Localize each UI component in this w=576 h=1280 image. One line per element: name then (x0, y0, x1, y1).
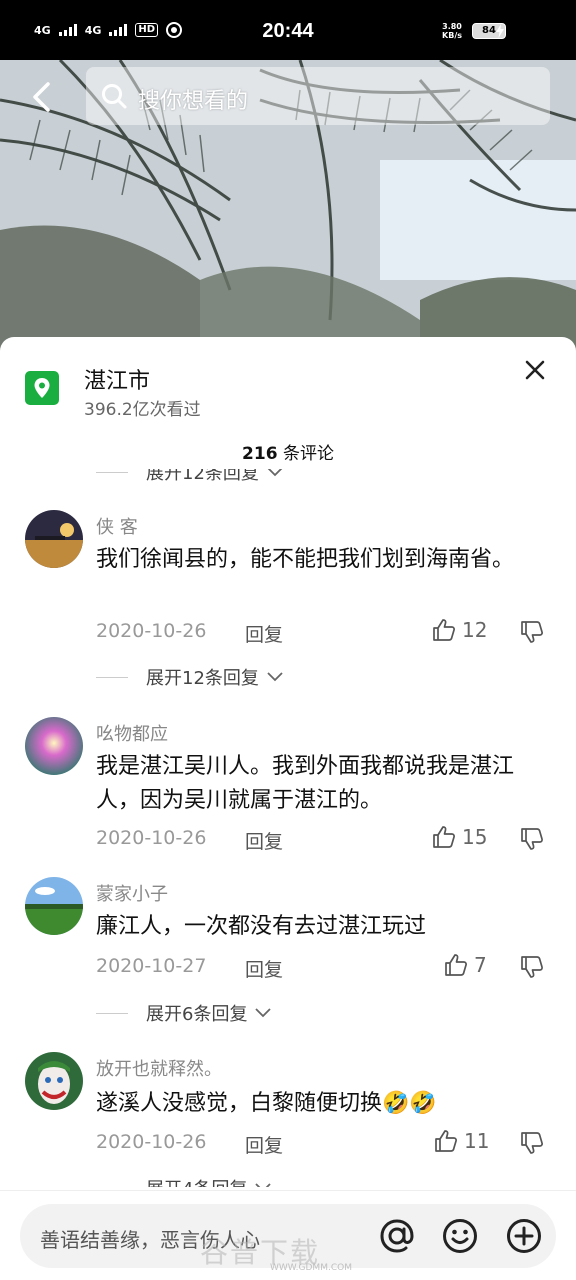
comment-date: 2020-10-27 (96, 955, 207, 977)
expand-replies-label: 展开4条回复 (146, 1175, 247, 1187)
comment-text: 遂溪人没感觉，白黎随便切换🤣🤣 (96, 1091, 437, 1116)
comment-username[interactable]: 放开也就释然。 (96, 1055, 222, 1081)
chevron-down-icon (267, 672, 283, 682)
comment-username[interactable]: 侠 客 (96, 513, 138, 539)
reply-button[interactable]: 回复 (245, 827, 283, 854)
like-button[interactable]: 11 (434, 1129, 489, 1153)
avatar[interactable] (25, 1052, 83, 1110)
avatar[interactable] (25, 877, 83, 935)
speed-unit: KB/s (442, 31, 462, 40)
like-button[interactable]: 7 (444, 953, 487, 977)
thumbs-up-icon (445, 954, 467, 976)
like-count: 12 (462, 618, 488, 642)
comment-date: 2020-10-26 (96, 1131, 207, 1153)
comment-username[interactable]: 蒙家小子 (96, 880, 168, 906)
search-bar[interactable]: 搜你想看的 (86, 67, 550, 125)
watermark-url: WWW.GDMM.COM (270, 1263, 352, 1273)
comment-text: 我们徐闻县的，能不能把我们划到海南省。 (96, 547, 515, 572)
status-bar: 4G 4G HD 20:44 3.80 KB/s 84 (0, 0, 576, 60)
charging-icon (496, 24, 504, 38)
comment-text: 我是湛江吴川人。我到外面我都说我是湛江人，因为吴川就属于湛江的。 (96, 754, 515, 813)
expand-replies-button[interactable]: 展开4条回复 (96, 1175, 272, 1187)
comment-count: 216 条评论 (0, 439, 576, 464)
divider (96, 471, 128, 473)
thumbs-down-icon[interactable] (520, 955, 544, 979)
comment-count-number: 216 (242, 444, 278, 464)
chevron-down-icon (255, 1008, 272, 1018)
avatar-image (25, 1052, 83, 1110)
chevron-down-icon (255, 1183, 272, 1187)
thumbs-down-icon[interactable] (520, 1131, 544, 1155)
comment-username[interactable]: 吆物都应 (96, 720, 168, 746)
reply-button[interactable]: 回复 (245, 1131, 283, 1158)
at-icon[interactable] (376, 1215, 418, 1257)
like-count: 7 (474, 953, 487, 977)
expand-replies-label: 展开12条回复 (146, 467, 259, 484)
comment-text: 廉江人，一次都没有去过湛江玩过 (96, 914, 427, 939)
thumbs-down-icon[interactable] (520, 620, 544, 644)
comment-list[interactable]: 展开12条回复 侠 客 我们徐闻县的，能不能把我们划到海南省。 2020-10-… (0, 467, 576, 1187)
location-pin-icon (34, 378, 50, 398)
like-button[interactable]: 12 (432, 618, 487, 642)
reply-button[interactable]: 回复 (245, 620, 283, 647)
expand-replies-button[interactable]: 展开12条回复 (96, 467, 283, 485)
emoji-icon[interactable] (442, 1218, 478, 1254)
avatar-image (25, 510, 83, 568)
comment-sheet: 湛江市 396.2亿次看过 216 条评论 展开12条回复 侠 客 我们徐闻县的… (0, 337, 576, 1280)
location-badge[interactable] (25, 371, 59, 405)
avatar-image (25, 877, 83, 935)
expand-replies-button[interactable]: 展开6条回复 (96, 1000, 272, 1026)
reply-button[interactable]: 回复 (245, 955, 283, 982)
avatar[interactable] (25, 510, 83, 568)
divider (96, 676, 128, 678)
network-speed: 3.80 KB/s (442, 22, 462, 40)
avatar[interactable] (25, 717, 83, 775)
like-button[interactable]: 15 (432, 825, 487, 849)
thumbs-up-icon (433, 826, 455, 848)
speed-value: 3.80 (442, 22, 462, 31)
close-icon[interactable] (524, 359, 546, 381)
expand-replies-label: 展开6条回复 (146, 1004, 248, 1025)
like-count: 15 (462, 825, 488, 849)
expand-replies-label: 展开12条回复 (146, 668, 259, 689)
divider (96, 1012, 128, 1014)
search-placeholder: 搜你想看的 (138, 89, 249, 114)
avatar-image (25, 717, 83, 775)
location-title[interactable]: 湛江市 (84, 363, 150, 395)
like-count: 11 (464, 1129, 490, 1153)
search-icon (102, 84, 127, 109)
chevron-down-icon (267, 469, 283, 477)
comment-input-bar: 善语结善缘，恶言伤人心 谷普下载 WWW.GDMM.COM (0, 1190, 576, 1280)
location-views: 396.2亿次看过 (84, 400, 201, 420)
comment-date: 2020-10-26 (96, 620, 207, 642)
comment-count-label: 条评论 (282, 444, 334, 464)
thumbs-down-icon[interactable] (520, 827, 544, 851)
back-arrow-icon[interactable] (28, 80, 56, 114)
thumbs-up-icon (435, 1130, 457, 1152)
thumbs-up-icon (433, 619, 455, 641)
comment-date: 2020-10-26 (96, 827, 207, 849)
expand-replies-button[interactable]: 展开12条回复 (96, 664, 283, 690)
plus-icon[interactable] (506, 1218, 542, 1254)
